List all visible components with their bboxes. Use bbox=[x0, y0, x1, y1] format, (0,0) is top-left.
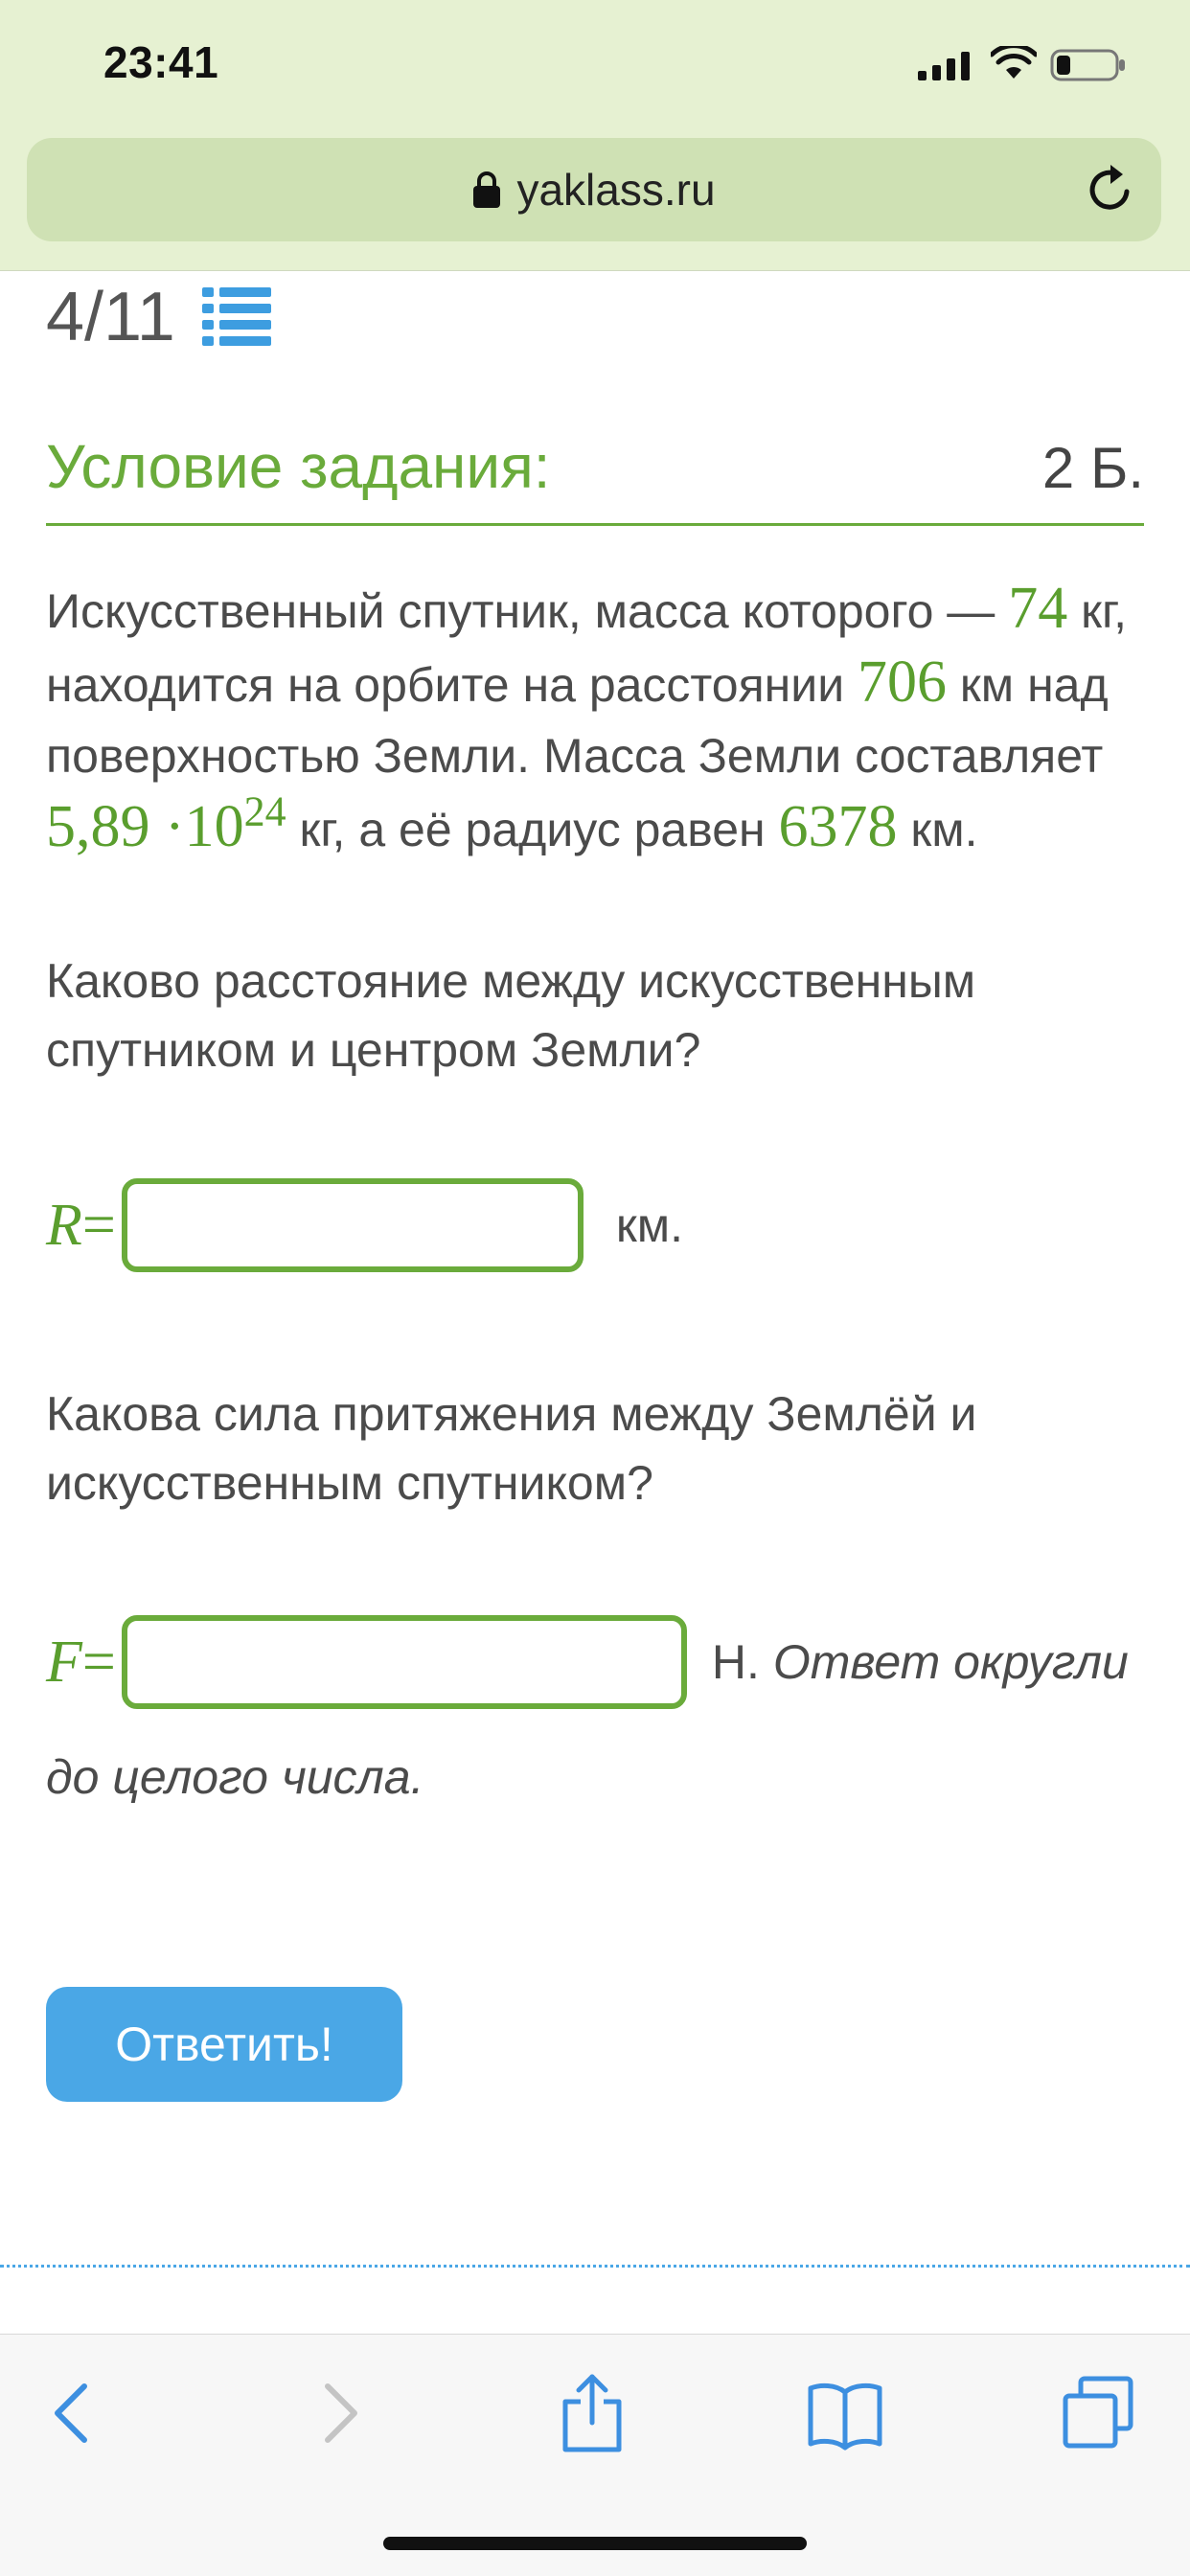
list-icon[interactable] bbox=[201, 287, 271, 347]
mass-value: 74 bbox=[1008, 576, 1068, 641]
reload-icon[interactable] bbox=[1085, 163, 1136, 217]
task-progress: 4/11 bbox=[46, 278, 271, 356]
earth-mass-value: 5,89 ·1024 bbox=[46, 790, 286, 859]
dotted-divider bbox=[0, 2265, 1190, 2268]
variable-r: R bbox=[46, 1192, 82, 1258]
progress-counter: 4/11 bbox=[46, 279, 175, 355]
rounding-hint-line2: до целого числа. bbox=[46, 1750, 424, 1804]
question-1: Каково расстояние между искусственным сп… bbox=[46, 954, 976, 1077]
browser-top-chrome: 23:41 yaklass.ru bbox=[0, 0, 1190, 271]
back-icon[interactable] bbox=[34, 2373, 115, 2453]
status-time: 23:41 bbox=[103, 37, 219, 87]
url-text: yaklass.ru bbox=[516, 165, 716, 215]
force-answer-input[interactable] bbox=[121, 1615, 687, 1709]
share-icon[interactable] bbox=[552, 2373, 632, 2453]
forward-icon[interactable] bbox=[297, 2373, 378, 2453]
earth-mass-exponent: 24 bbox=[243, 787, 286, 835]
points-badge: 2 Б. bbox=[1041, 436, 1144, 500]
task-statement: Искусственный спутник, масса которого — … bbox=[46, 573, 1167, 865]
wifi-icon bbox=[991, 46, 1037, 79]
cellular-signal-icon bbox=[918, 52, 970, 80]
earth-mass-power-base: ·10 bbox=[165, 794, 244, 859]
question-2: Какова сила притяжения между Землёй и ис… bbox=[46, 1387, 977, 1510]
distance-value: 706 bbox=[858, 650, 948, 715]
section-title: Условие задания: bbox=[46, 432, 551, 501]
radius-value: 6378 bbox=[778, 794, 898, 859]
home-indicator[interactable] bbox=[383, 2537, 807, 2550]
address-bar[interactable]: yaklass.ru bbox=[27, 138, 1161, 241]
rounding-hint: Ответ округли bbox=[772, 1635, 1129, 1689]
earth-mass-mantissa: 5,89 bbox=[46, 794, 150, 859]
battery-icon bbox=[1050, 49, 1125, 81]
distance-answer-input[interactable] bbox=[121, 1178, 584, 1272]
bookmarks-icon[interactable] bbox=[805, 2373, 885, 2453]
equals-sign: = bbox=[81, 1629, 116, 1695]
equals-sign: = bbox=[81, 1192, 116, 1258]
unit-km: км. bbox=[615, 1198, 683, 1252]
tabs-icon[interactable] bbox=[1058, 2373, 1138, 2453]
task-text-4: кг, а её радиус равен bbox=[286, 803, 779, 856]
task-condition-header: Условие задания: 2 Б. bbox=[46, 431, 1144, 526]
task-text-1: Искусственный спутник, масса которого — bbox=[46, 584, 1009, 638]
task-text-5: км. bbox=[897, 803, 978, 856]
answer-row-r: R = км. bbox=[46, 1178, 683, 1272]
lock-icon bbox=[473, 171, 501, 208]
unit-newton: Н. bbox=[711, 1635, 760, 1689]
answer-row-f: F = Н. Ответ округли bbox=[46, 1615, 1129, 1709]
submit-answer-button[interactable]: Ответить! bbox=[46, 1987, 402, 2102]
variable-f: F bbox=[46, 1629, 82, 1695]
